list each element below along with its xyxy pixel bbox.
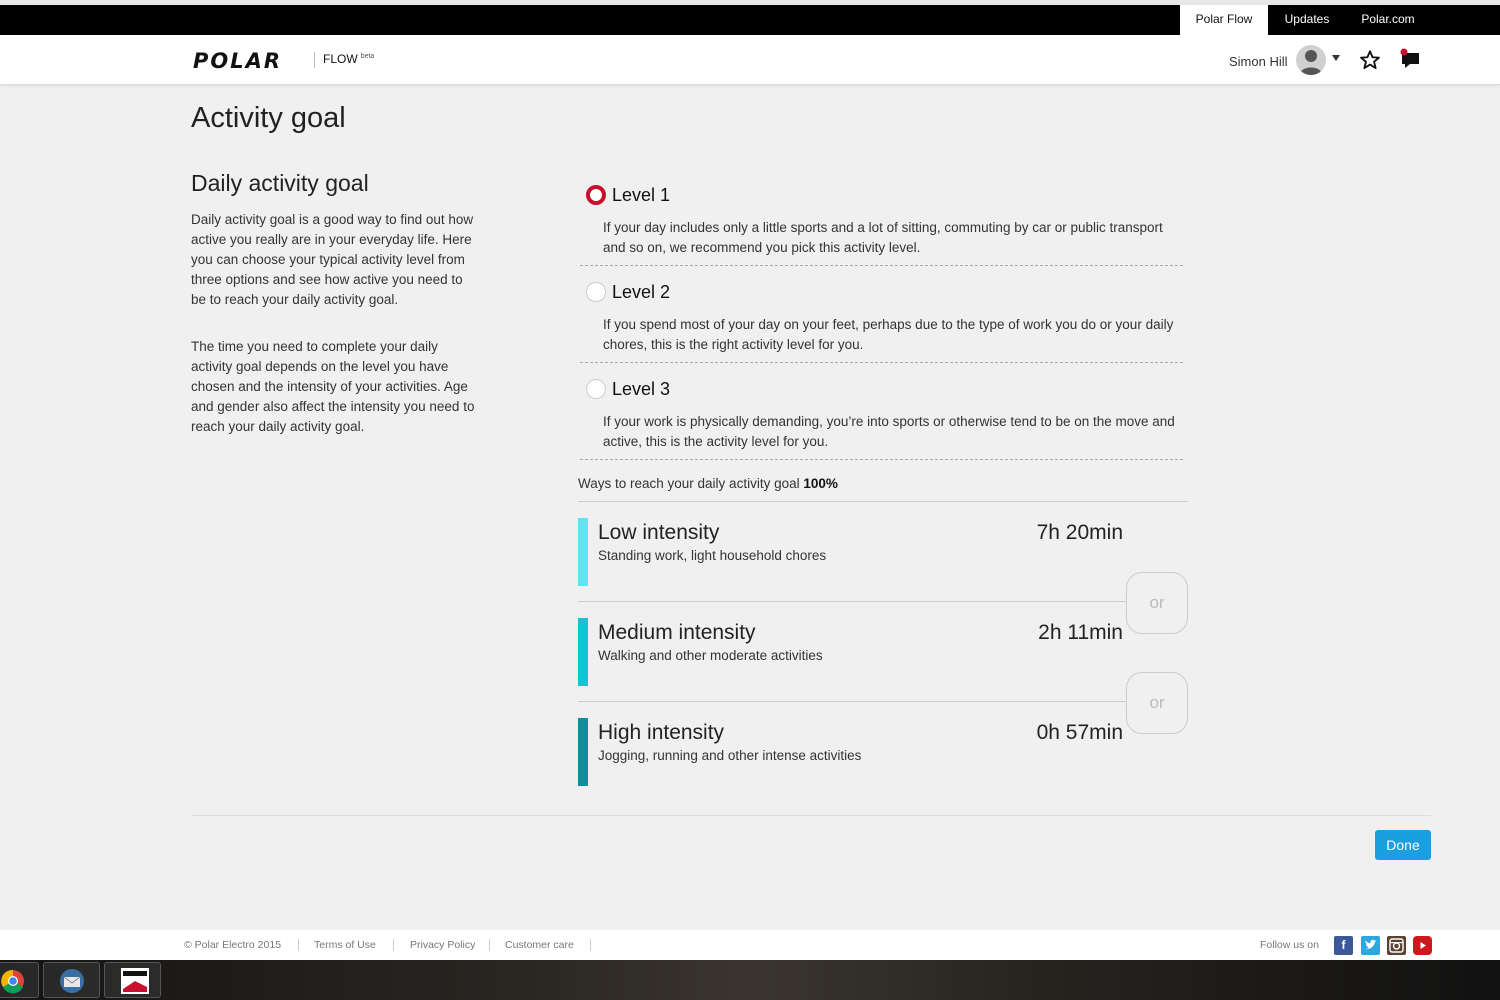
intensity-medium: Medium intensity Walking and other moder…	[578, 618, 1128, 686]
copyright: © Polar Electro 2015	[184, 939, 282, 951]
user-silhouette-icon	[1300, 50, 1322, 75]
divider	[191, 815, 1431, 816]
intensity-low: Low intensity Standing work, light house…	[578, 518, 1128, 586]
intensity-high-duration: 0h 57min	[1036, 721, 1123, 744]
facebook-icon[interactable]: f	[1334, 936, 1353, 955]
messages-icon[interactable]	[1398, 47, 1422, 71]
avatar[interactable]	[1296, 45, 1326, 75]
tab-polar-com[interactable]: Polar.com	[1348, 5, 1428, 35]
daily-activity-goal-heading: Daily activity goal	[191, 170, 369, 196]
intensity-low-color-bar	[578, 518, 588, 586]
user-menu-chevron-down-icon[interactable]	[1332, 55, 1340, 61]
youtube-icon[interactable]	[1413, 936, 1432, 955]
os-taskbar	[0, 960, 1500, 1000]
site-footer: © Polar Electro 2015 Terms of Use Privac…	[0, 930, 1500, 960]
divider	[578, 501, 1188, 502]
polar-logo-text: POLAR	[193, 49, 283, 73]
level-1-description: If your day includes only a little sport…	[603, 220, 1163, 255]
level-option-2[interactable]: Level 2 If you spend most of your day on…	[580, 277, 1183, 363]
intensity-high: High intensity Jogging, running and othe…	[578, 718, 1128, 786]
level-option-1[interactable]: Level 1 If your day includes only a litt…	[580, 180, 1183, 266]
follow-us-label: Follow us on	[1260, 939, 1319, 951]
flow-product-label: FLOW beta	[323, 52, 374, 66]
thunderbird-icon[interactable]	[43, 962, 100, 998]
twitter-icon[interactable]	[1361, 936, 1380, 955]
divider	[590, 939, 591, 951]
terms-of-use-link[interactable]: Terms of Use	[314, 939, 376, 951]
intensity-low-name: Low intensity	[598, 521, 720, 544]
level-option-3[interactable]: Level 3 If your work is physically deman…	[580, 374, 1183, 460]
level-2-description: If you spend most of your day on your fe…	[603, 317, 1174, 352]
intensity-low-duration: 7h 20min	[1036, 521, 1123, 544]
intensity-low-description: Standing work, light household chores	[598, 548, 827, 563]
privacy-policy-link[interactable]: Privacy Policy	[410, 939, 475, 951]
page-title: Activity goal	[191, 102, 346, 134]
divider	[298, 939, 299, 951]
intensity-high-description: Jogging, running and other intense activ…	[598, 748, 862, 763]
site-header: POLAR FLOW beta Simon Hill	[0, 35, 1500, 85]
instagram-icon[interactable]	[1387, 936, 1406, 955]
tab-polar-flow[interactable]: Polar Flow	[1180, 5, 1268, 35]
polar-flowsync-icon[interactable]	[104, 962, 161, 998]
level-2-label[interactable]: Level 2	[612, 282, 670, 303]
intro-paragraph-2: The time you need to complete your daily…	[191, 339, 475, 434]
flow-label: FLOW	[323, 52, 358, 66]
tab-updates[interactable]: Updates	[1272, 5, 1342, 35]
ways-text: Ways to reach your daily activity goal	[578, 476, 800, 491]
level-3-label[interactable]: Level 3	[612, 379, 670, 400]
username[interactable]: Simon Hill	[1229, 54, 1288, 69]
divider	[578, 701, 1188, 702]
level-2-radio[interactable]	[586, 282, 606, 302]
level-1-radio[interactable]	[586, 185, 606, 205]
intensity-medium-name: Medium intensity	[598, 621, 756, 644]
goal-percent: 100%	[803, 476, 838, 491]
favorites-star-icon[interactable]	[1359, 49, 1381, 71]
ways-to-reach-goal: Ways to reach your daily activity goal 1…	[578, 476, 838, 491]
top-navigation: Polar Flow Updates Polar.com	[0, 5, 1500, 35]
done-button[interactable]: Done	[1375, 830, 1431, 860]
level-1-label[interactable]: Level 1	[612, 185, 670, 206]
intensity-medium-color-bar	[578, 618, 588, 686]
level-3-radio[interactable]	[586, 379, 606, 399]
logo-divider	[314, 52, 315, 68]
intro-paragraph: Daily activity goal is a good way to fin…	[191, 212, 474, 307]
or-separator: or	[1126, 672, 1188, 734]
beta-tag: beta	[360, 53, 375, 60]
intensity-medium-duration: 2h 11min	[1038, 621, 1123, 644]
chrome-icon[interactable]	[0, 962, 39, 998]
divider	[578, 601, 1188, 602]
polar-logo[interactable]: POLAR	[193, 50, 282, 72]
intensity-medium-description: Walking and other moderate activities	[598, 648, 823, 663]
divider	[489, 939, 490, 951]
or-separator: or	[1126, 572, 1188, 634]
intensity-high-color-bar	[578, 718, 588, 786]
divider	[393, 939, 394, 951]
customer-care-link[interactable]: Customer care	[505, 939, 574, 951]
intensity-high-name: High intensity	[598, 721, 725, 744]
level-3-description: If your work is physically demanding, yo…	[603, 414, 1175, 449]
